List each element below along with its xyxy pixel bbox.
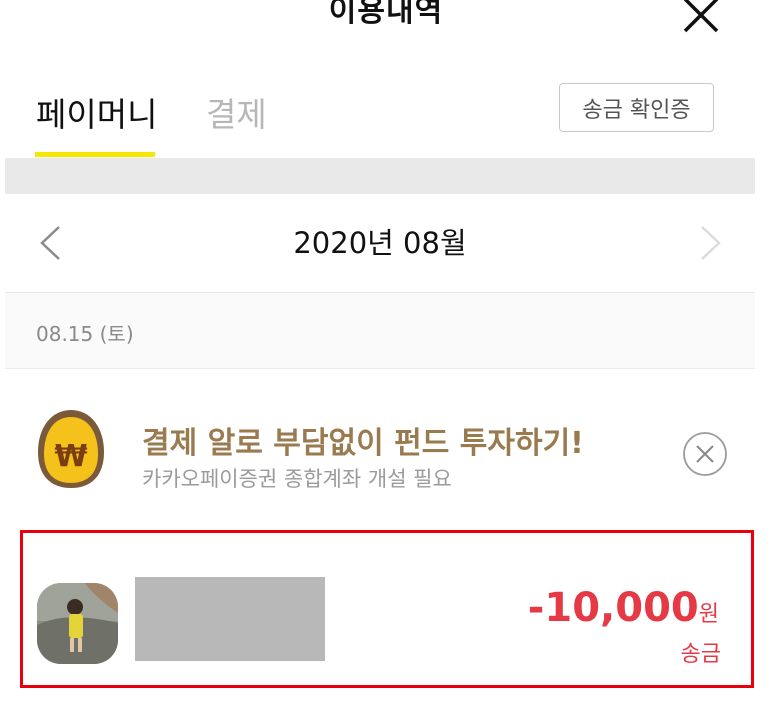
date-group-header: 08.15 (토) [5, 293, 755, 369]
transaction-row[interactable]: -10,000원 송금 [20, 530, 754, 688]
header: 이용내역 [0, 0, 772, 50]
transaction-type: 송금 [680, 642, 721, 667]
currency-unit: 원 [698, 602, 719, 627]
tab-bar: 페이머니 결제 송금 확인증 [0, 60, 772, 158]
month-navigator: 2020년 08월 [5, 194, 755, 293]
dismiss-icon[interactable] [682, 431, 728, 477]
date-label: 08.15 (토) [36, 322, 134, 346]
won-coin-icon: ₩ [38, 410, 104, 488]
amount-value: -10,000 [527, 585, 699, 631]
close-icon[interactable] [682, 0, 720, 34]
recipient-name-redacted [135, 577, 325, 661]
promo-subtitle: 카카오페이증권 종합계좌 개설 필요 [142, 467, 452, 491]
tab-payment[interactable]: 결제 [206, 88, 267, 136]
avatar [37, 583, 118, 664]
month-label: 2020년 08월 [293, 226, 467, 260]
tab-pay-money[interactable]: 페이머니 [36, 88, 157, 136]
promo-banner[interactable]: ₩ 결제 알로 부담없이 펀드 투자하기! 카카오페이증권 종합계좌 개설 필요 [5, 368, 755, 530]
svg-text:₩: ₩ [54, 439, 87, 474]
page-title: 이용내역 [328, 0, 444, 29]
next-month-icon[interactable] [698, 224, 724, 262]
section-divider [5, 158, 755, 194]
transfer-receipt-button[interactable]: 송금 확인증 [559, 83, 714, 132]
promo-title: 결제 알로 부담없이 펀드 투자하기! [142, 426, 584, 461]
tab-active-indicator [35, 152, 155, 157]
transaction-amount: -10,000원 [528, 585, 719, 631]
